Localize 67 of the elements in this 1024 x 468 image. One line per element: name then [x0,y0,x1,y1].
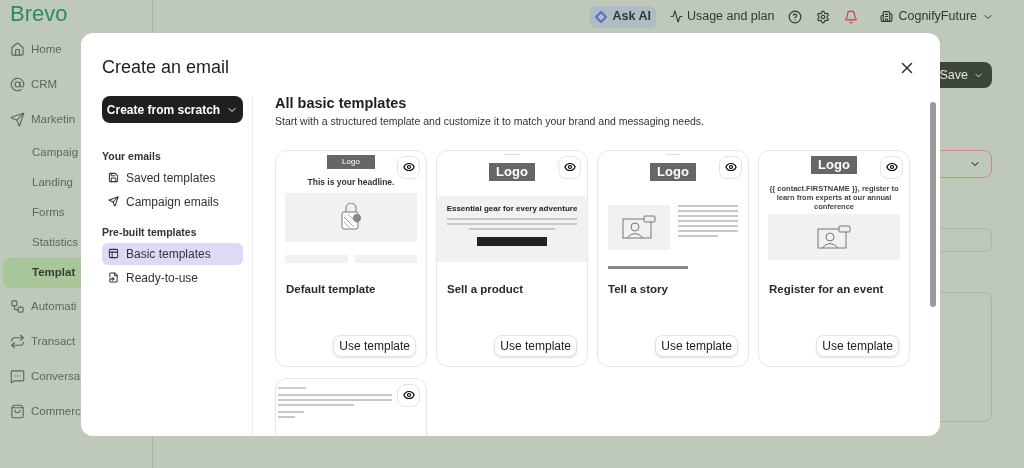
section-heading: Pre-built templates [102,224,198,240]
logo-placeholder: Logo [489,162,535,181]
preview-button[interactable] [880,155,903,179]
dialog-title: Create an email [102,56,230,79]
use-template-button[interactable]: Use template [333,334,416,357]
logo-placeholder: Logo [650,162,696,181]
ask-ai-button[interactable]: Ask AI [590,5,656,28]
menu-icon [108,272,119,283]
menu-item[interactable]: Basic templates [102,242,243,265]
nav-item[interactable]: Commerc [3,394,149,429]
eye-icon [402,389,415,402]
bell-icon[interactable] [844,9,859,24]
help-icon[interactable] [788,9,803,24]
menu-icon [108,172,119,184]
activity-icon [669,10,683,23]
preview-button[interactable] [397,383,420,407]
menu-item[interactable]: Campaign emails [102,190,243,213]
nav-icon [10,369,25,384]
eye-icon [724,161,737,174]
create-from-scratch-button[interactable]: Create from scratch [102,96,243,123]
eye-icon [885,161,898,174]
template-title: Sell a product [446,281,525,297]
eye-icon [402,161,415,174]
preview-headline: This is your headline. [307,175,395,189]
menu-icon [108,248,119,259]
section-subtitle: Start with a structured template and customize it to match your brand and messaging needs. [275,114,705,129]
use-template-button[interactable]: Use template [655,334,738,357]
bag-icon [340,203,362,231]
person-frame-icon [622,215,656,240]
person-frame-icon [817,224,851,249]
menu-icon [108,196,119,208]
section-heading: Your emails [102,149,162,164]
nav-icon [10,77,25,92]
template-title: Register for an event [768,281,885,297]
logo-placeholder: Logo [327,154,375,169]
usage-link[interactable]: Usage and plan [669,7,775,26]
settings-icon[interactable] [816,9,831,24]
text-line [278,386,306,389]
template-title: Tell a story [607,281,669,297]
nav-item[interactable]: Conversa [3,359,149,394]
section-title: All basic templates [275,96,408,112]
account-menu[interactable]: CognifyFuture [880,7,994,26]
logo-placeholder: Logo [811,155,857,174]
text-lines-drawing [278,410,304,418]
menu-item[interactable]: Saved templates [102,166,243,189]
brand-logo: Brevo [9,0,69,28]
template-card[interactable]: Logo Essential gear for every adventure Sell a product Use template [436,149,588,367]
preview-button-drawing [477,236,547,246]
nav-item[interactable]: Transact [3,324,149,359]
building-icon [880,10,894,23]
nav-item[interactable]: Automati [3,289,149,324]
preview-headline: Essential gear for every adventure [446,202,578,215]
nav-icon [10,112,25,127]
nav-icon [10,42,25,57]
template-card[interactable]: Logo Tell a story Use template [597,149,749,367]
eye-icon [563,161,576,174]
template-card[interactable]: Logo This is your headline. Default template Use template [275,149,427,367]
nav-icon [10,299,25,314]
diamond-icon [595,10,608,23]
preview-button[interactable] [397,155,420,179]
nav-icon [10,334,25,349]
nav-icon [10,404,25,419]
preview-button[interactable] [558,155,581,179]
template-title: Default template [285,281,377,297]
use-template-button[interactable]: Use template [494,334,577,357]
preview-button[interactable] [719,155,742,179]
use-template-button[interactable]: Use template [816,334,899,357]
